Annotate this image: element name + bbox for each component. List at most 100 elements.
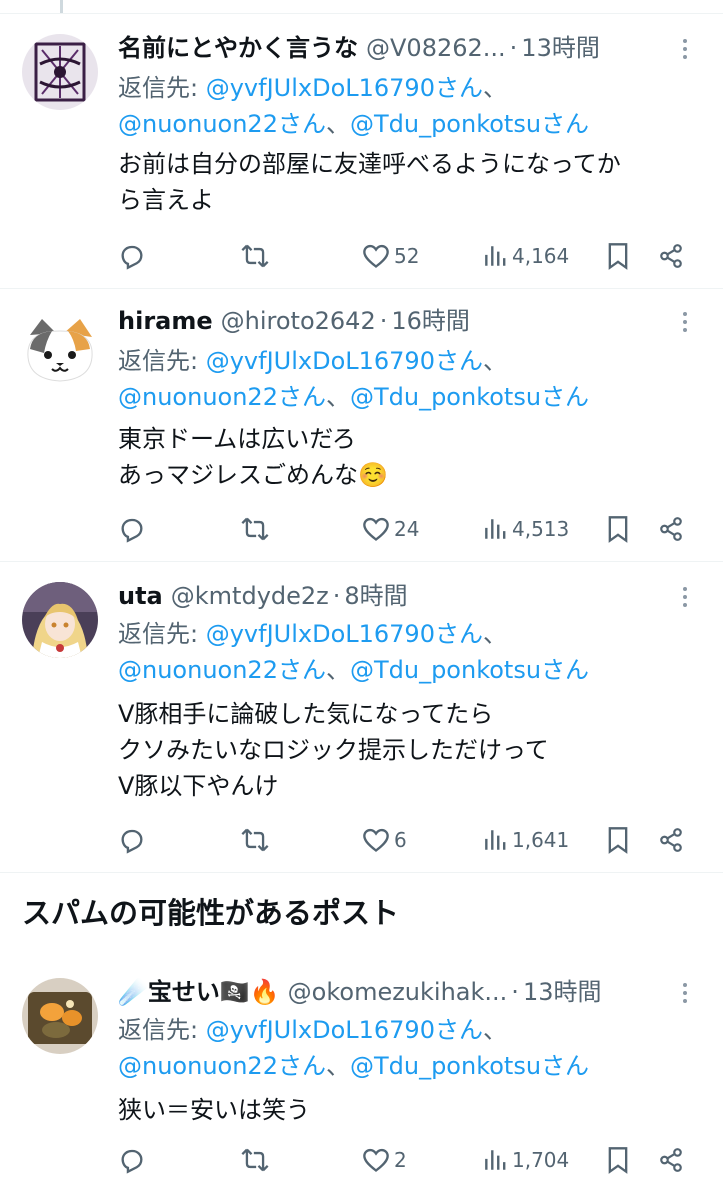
timestamp[interactable]: 13時間: [521, 28, 600, 68]
like-count: 2: [394, 1148, 407, 1172]
post-item[interactable]: ☄️宝せい🏴‍☠️🔥 @okomezukihak... · 13時間 返信先: …: [0, 958, 723, 1200]
replying-to-label: 返信先:: [118, 1016, 206, 1044]
post-item[interactable]: hirame @hiroto2642 · 16時間 返信先: @yvfJUlxD…: [0, 289, 723, 562]
bookmark-button[interactable]: [606, 820, 630, 860]
dot-separator: ·: [332, 582, 341, 610]
like-button[interactable]: 6: [362, 820, 407, 860]
mention-link[interactable]: @nuonuon22さん: [118, 110, 326, 138]
mention-link[interactable]: @Tdu_ponkotsuさん: [350, 383, 589, 411]
post-item[interactable]: 名前にとやかく言うな @V08262... · 13時間 返信先: @yvfJU…: [0, 14, 723, 289]
avatar[interactable]: [22, 582, 98, 658]
like-icon: [363, 517, 389, 541]
post-text-line: ら言えよ: [118, 186, 214, 214]
retweet-icon: [241, 517, 269, 541]
mention-link[interactable]: @yvfJUlxDoL16790さん: [206, 1016, 483, 1044]
views-button[interactable]: 4,164: [482, 236, 569, 276]
user-handle[interactable]: @hiroto2642: [221, 301, 376, 341]
retweet-button[interactable]: [240, 820, 270, 860]
mention-link[interactable]: @yvfJUlxDoL16790さん: [206, 74, 483, 102]
mention-link[interactable]: @nuonuon22さん: [118, 1052, 326, 1080]
post-text-line: あっマジレスごめんな☺️: [118, 461, 388, 489]
bookmark-icon: [608, 516, 628, 543]
more-icon[interactable]: [673, 34, 697, 64]
mention-link[interactable]: @yvfJUlxDoL16790さん: [206, 347, 483, 375]
like-button[interactable]: 2: [362, 1140, 407, 1180]
pirate-flag-fire-emoji: 🏴‍☠️🔥: [219, 978, 280, 1006]
dot-separator: ·: [379, 307, 388, 335]
share-button[interactable]: [658, 820, 684, 860]
avatar[interactable]: [22, 34, 98, 110]
bookmark-button[interactable]: [606, 509, 630, 549]
views-button[interactable]: 1,641: [482, 820, 569, 860]
reply-button[interactable]: [118, 236, 146, 276]
user-handle[interactable]: @V08262...: [366, 28, 506, 68]
post-text-line: V豚以下やんけ: [118, 772, 279, 800]
like-count: 24: [394, 517, 420, 541]
mention-link[interactable]: @nuonuon22さん: [118, 383, 326, 411]
action-bar: 24 4,513: [118, 509, 698, 549]
post-header: 名前にとやかく言うな @V08262... · 13時間: [118, 28, 665, 68]
spam-section-heading: スパムの可能性があるポスト: [22, 896, 400, 930]
replying-to-label: 返信先:: [118, 347, 206, 375]
reply-button[interactable]: [118, 820, 146, 860]
retweet-button[interactable]: [240, 1140, 270, 1180]
retweet-button[interactable]: [240, 509, 270, 549]
post-text-line: 東京ドームは広いだろ: [118, 425, 356, 453]
post-text: 狭い＝安いは笑う: [118, 1092, 683, 1128]
post-text-line: お前は自分の部屋に友達呼べるようになってか: [118, 150, 621, 178]
post-text: お前は自分の部屋に友達呼べるようになってか ら言えよ: [118, 146, 683, 218]
display-name[interactable]: 名前にとやかく言うな: [118, 28, 358, 68]
share-button[interactable]: [658, 236, 684, 276]
like-icon: [363, 828, 389, 852]
user-handle[interactable]: @kmtdyde2z: [171, 576, 329, 616]
timestamp[interactable]: 13時間: [523, 972, 602, 1012]
more-icon[interactable]: [673, 582, 697, 612]
post-text-line: クソみたいなロジック提示しただけって: [118, 736, 549, 764]
display-name[interactable]: hirame: [118, 301, 213, 341]
view-count: 4,164: [512, 244, 570, 268]
share-icon: [660, 1148, 682, 1172]
like-button[interactable]: 52: [362, 236, 419, 276]
avatar[interactable]: [22, 311, 98, 387]
share-button[interactable]: [658, 509, 684, 549]
display-name[interactable]: ☄️宝せい🏴‍☠️🔥: [118, 972, 280, 1012]
mention-link[interactable]: @Tdu_ponkotsuさん: [350, 1052, 589, 1080]
views-button[interactable]: 1,704: [482, 1140, 569, 1180]
replying-to: 返信先: @yvfJUlxDoL16790さん、 @nuonuon22さん、@T…: [118, 347, 590, 411]
timestamp[interactable]: 8時間: [344, 576, 407, 616]
bookmark-button[interactable]: [606, 1140, 630, 1180]
mention-link[interactable]: @nuonuon22さん: [118, 656, 326, 684]
reply-button[interactable]: [118, 1140, 146, 1180]
replying-to: 返信先: @yvfJUlxDoL16790さん、 @nuonuon22さん、@T…: [118, 1016, 590, 1080]
mention-link[interactable]: @Tdu_ponkotsuさん: [350, 656, 589, 684]
like-icon: [363, 244, 389, 268]
more-icon[interactable]: [673, 978, 697, 1008]
post-item[interactable]: uta @kmtdyde2z · 8時間 返信先: @yvfJUlxDoL167…: [0, 562, 723, 873]
reply-icon: [121, 245, 143, 270]
user-handle[interactable]: @okomezukihak...: [288, 972, 508, 1012]
bookmark-button[interactable]: [606, 236, 630, 276]
reply-button[interactable]: [118, 509, 146, 549]
post-text: V豚相手に論破した気になってたら クソみたいなロジック提示しただけって V豚以下…: [118, 696, 683, 804]
retweet-icon: [241, 244, 269, 268]
more-icon[interactable]: [673, 307, 697, 337]
like-button[interactable]: 24: [362, 509, 419, 549]
replying-to: 返信先: @yvfJUlxDoL16790さん、 @nuonuon22さん、@T…: [118, 74, 590, 138]
share-button[interactable]: [658, 1140, 684, 1180]
bookmark-icon: [608, 243, 628, 270]
timestamp[interactable]: 16時間: [391, 301, 470, 341]
avatar[interactable]: [22, 978, 98, 1054]
post-header: uta @kmtdyde2z · 8時間: [118, 576, 665, 616]
replying-to: 返信先: @yvfJUlxDoL16790さん、 @nuonuon22さん、@T…: [118, 620, 590, 684]
retweet-button[interactable]: [240, 236, 270, 276]
dot-separator: ·: [511, 978, 519, 1006]
view-count: 1,704: [512, 1148, 570, 1172]
post-text: 東京ドームは広いだろ あっマジレスごめんな☺️: [118, 421, 683, 493]
replying-to-label: 返信先:: [118, 74, 206, 102]
reply-icon: [121, 829, 143, 854]
mention-link[interactable]: @Tdu_ponkotsuさん: [350, 110, 589, 138]
share-icon: [660, 828, 682, 852]
display-name[interactable]: uta: [118, 576, 163, 616]
mention-link[interactable]: @yvfJUlxDoL16790さん: [206, 620, 483, 648]
views-button[interactable]: 4,513: [482, 509, 569, 549]
